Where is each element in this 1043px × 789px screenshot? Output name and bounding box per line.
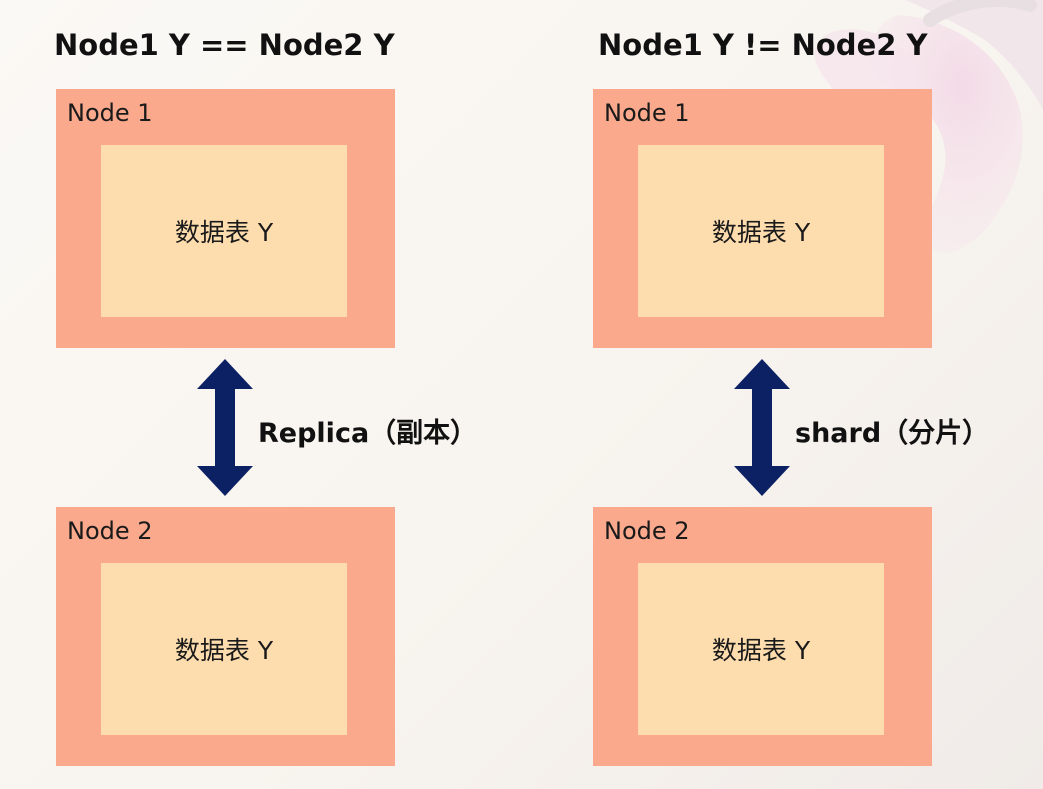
node-label: Node 1	[604, 99, 690, 127]
relation-label-replica: Replica（副本）	[258, 418, 478, 449]
table-label: 数据表 Y	[174, 636, 274, 665]
node-label: Node 1	[67, 99, 153, 127]
table-label: 数据表 Y	[711, 218, 811, 247]
node-label: Node 2	[67, 517, 153, 545]
relation-label-shard: shard（分片）	[795, 418, 990, 449]
data-table-box: 数据表 Y	[101, 563, 347, 735]
double-headed-vertical-arrow-icon	[734, 359, 790, 496]
node-1-box: Node 1 数据表 Y	[56, 89, 395, 348]
double-headed-vertical-arrow-icon	[197, 359, 253, 496]
node-2-box: Node 2 数据表 Y	[56, 507, 395, 766]
node-1-box: Node 1 数据表 Y	[593, 89, 932, 348]
panel-heading-shard: Node1 Y != Node2 Y	[598, 28, 928, 62]
panel-heading-replica: Node1 Y == Node2 Y	[54, 28, 395, 62]
data-table-box: 数据表 Y	[638, 145, 884, 317]
data-table-box: 数据表 Y	[638, 563, 884, 735]
node-2-box: Node 2 数据表 Y	[593, 507, 932, 766]
node-label: Node 2	[604, 517, 690, 545]
data-table-box: 数据表 Y	[101, 145, 347, 317]
table-label: 数据表 Y	[711, 636, 811, 665]
table-label: 数据表 Y	[174, 218, 274, 247]
